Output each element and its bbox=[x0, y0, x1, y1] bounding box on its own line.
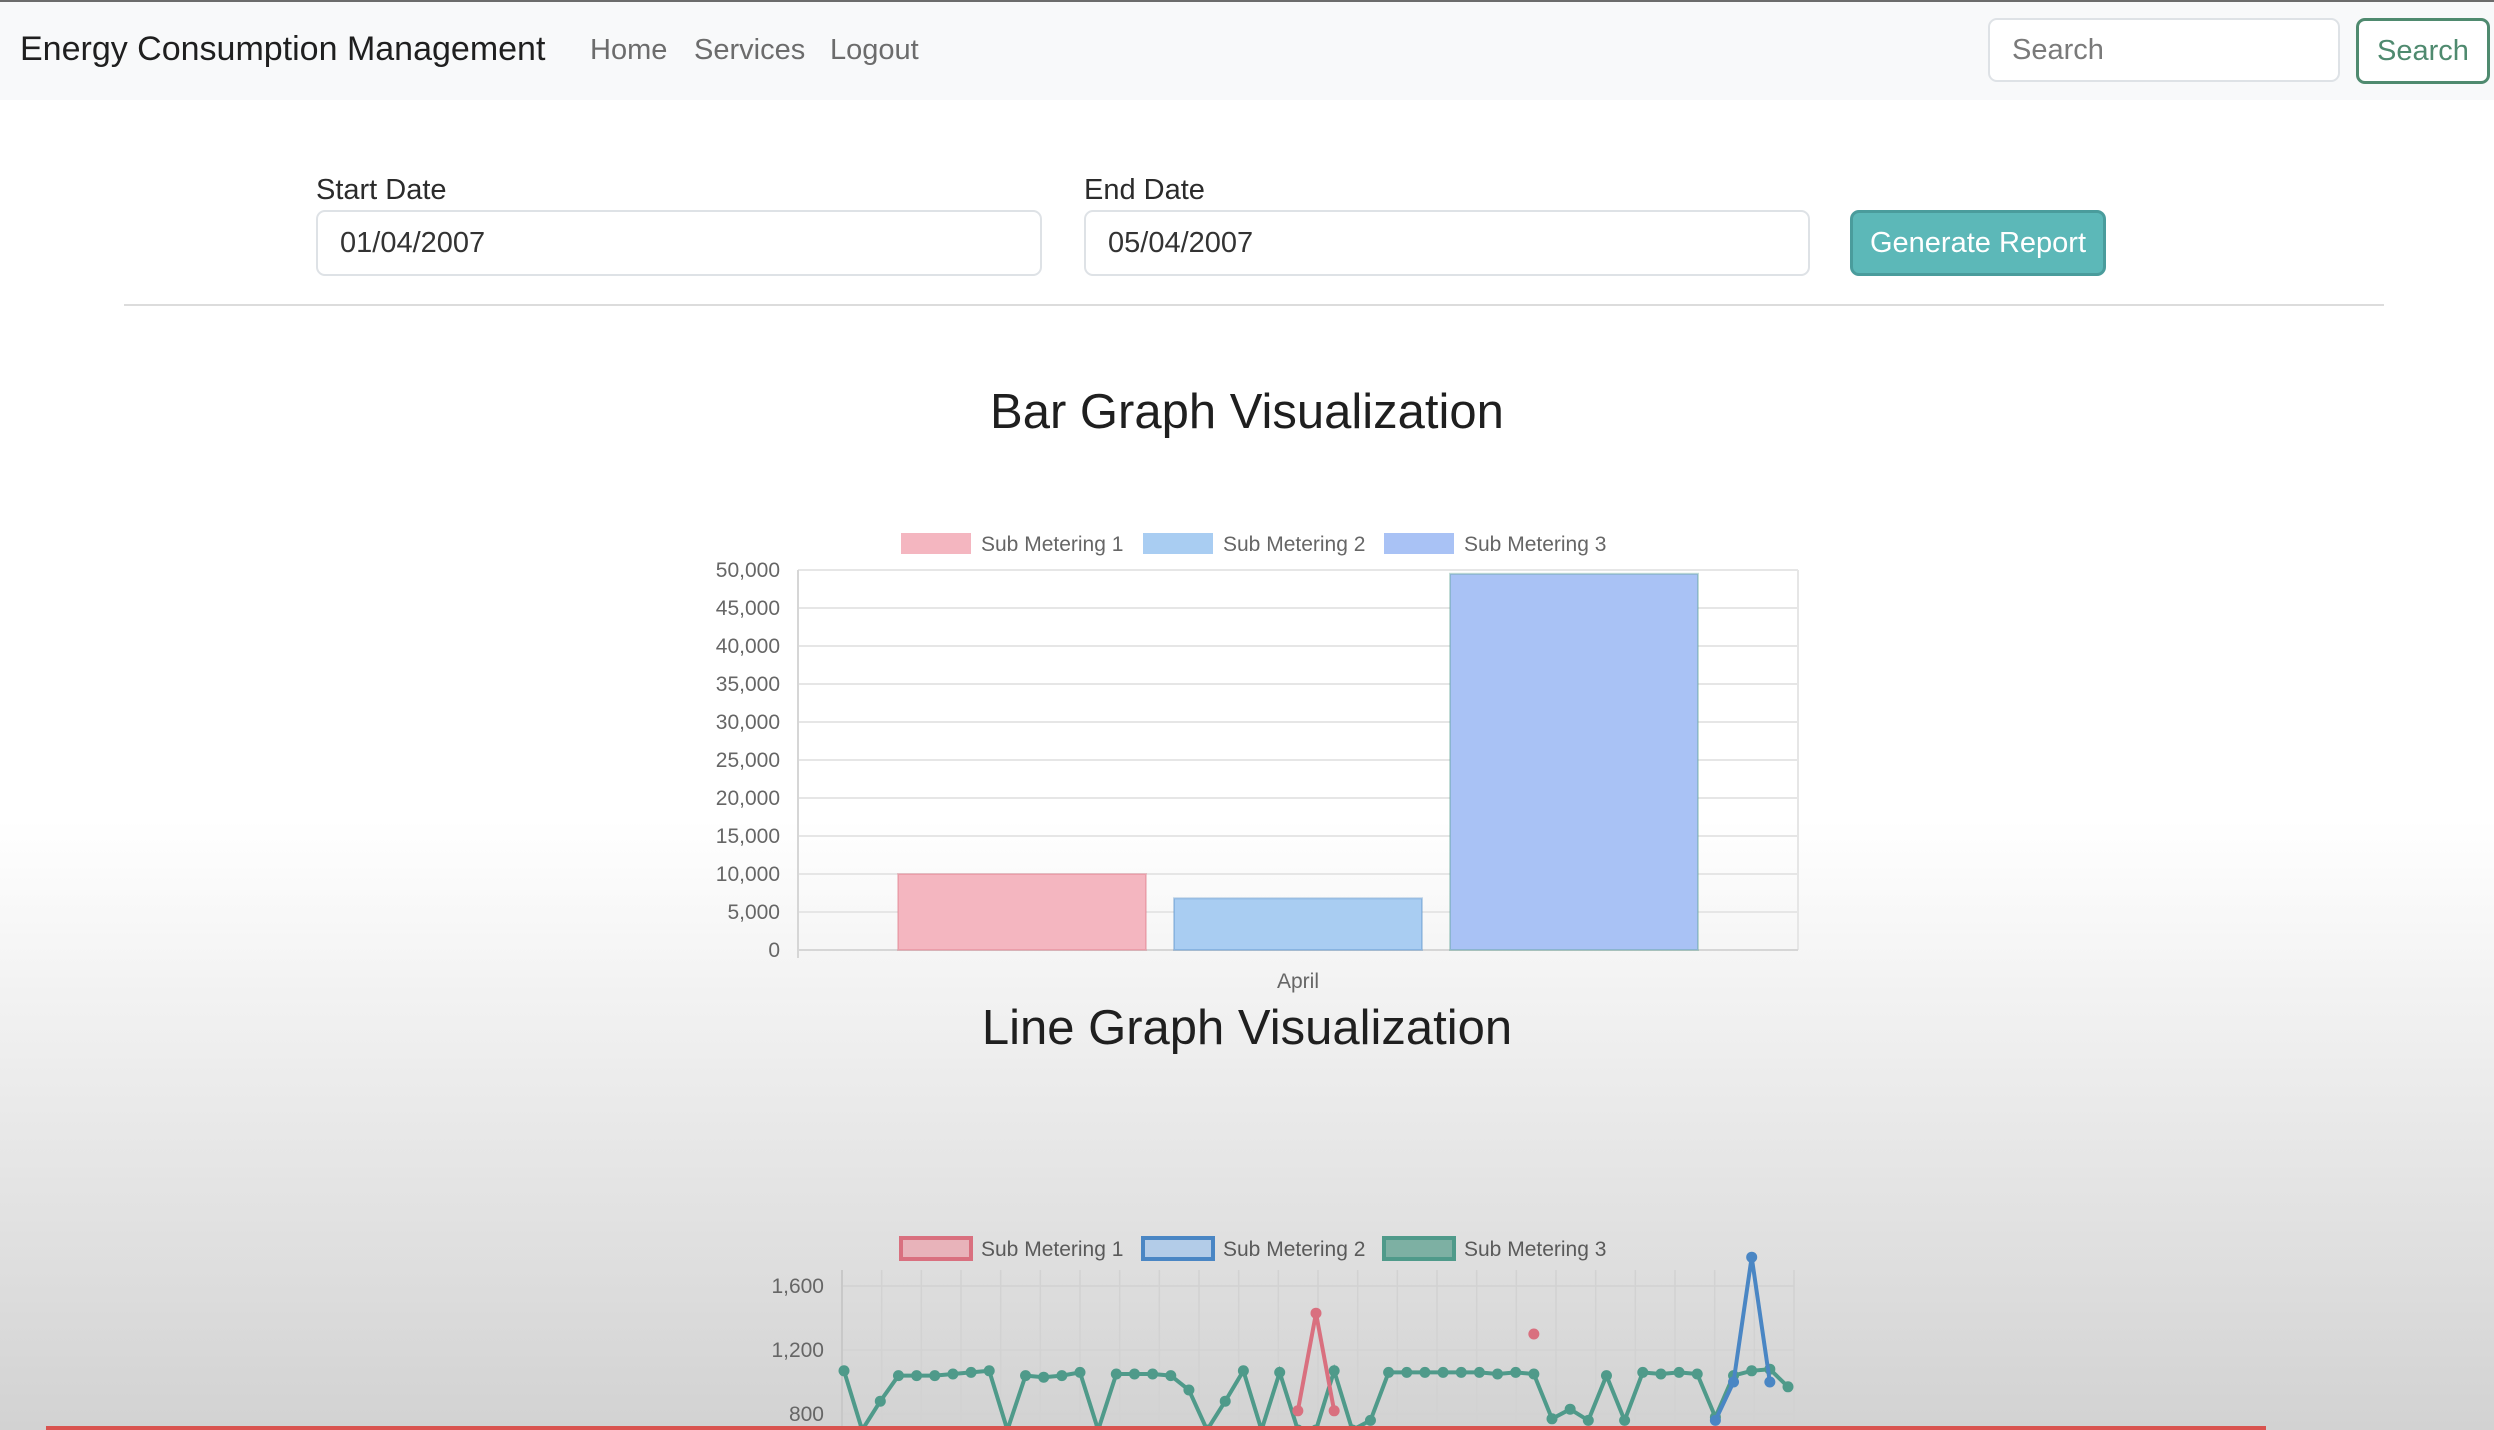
line-point-3 bbox=[1546, 1413, 1558, 1425]
line-point-3 bbox=[1165, 1370, 1177, 1382]
line-point-2 bbox=[1709, 1414, 1721, 1426]
line-point-3 bbox=[1691, 1368, 1703, 1380]
line-point-2 bbox=[1728, 1376, 1740, 1388]
line-point-3 bbox=[1383, 1366, 1395, 1378]
line-legend-label: Sub Metering 1 bbox=[981, 1238, 1123, 1261]
line-y-tick-label: 1,200 bbox=[771, 1339, 824, 1362]
line-point-3 bbox=[965, 1366, 977, 1378]
line-point-3 bbox=[1510, 1366, 1522, 1378]
line-point-3 bbox=[1655, 1368, 1667, 1380]
line-point-3 bbox=[874, 1395, 886, 1407]
line-point-3 bbox=[929, 1370, 941, 1382]
line-legend-swatch-1 bbox=[899, 1236, 973, 1261]
line-chart: 800 1,200 1,600 Sub Metering 1 Sub Metering … bbox=[771, 1236, 1795, 1430]
line-point-3 bbox=[1364, 1414, 1376, 1426]
line-point-3 bbox=[1600, 1370, 1612, 1382]
line-point-3 bbox=[1074, 1366, 1086, 1378]
line-point-3 bbox=[1056, 1370, 1068, 1382]
line-point-1 bbox=[1328, 1405, 1340, 1417]
line-point-3 bbox=[1437, 1366, 1449, 1378]
line-point-2 bbox=[1746, 1251, 1758, 1263]
line-point-3 bbox=[892, 1370, 904, 1382]
line-point-3 bbox=[1419, 1366, 1431, 1378]
line-point-3 bbox=[1528, 1368, 1540, 1380]
line-legend-label: Sub Metering 3 bbox=[1464, 1238, 1606, 1261]
line-point-3 bbox=[1455, 1366, 1467, 1378]
line-legend-swatch-2 bbox=[1141, 1236, 1215, 1261]
line-point-3 bbox=[1038, 1371, 1050, 1383]
line-point-3 bbox=[1782, 1381, 1794, 1393]
line-point-1 bbox=[1310, 1307, 1322, 1319]
line-point-1 bbox=[1528, 1328, 1540, 1340]
line-legend-label: Sub Metering 2 bbox=[1223, 1238, 1365, 1261]
line-point-3 bbox=[1473, 1366, 1485, 1378]
line-y-tick-label: 1,600 bbox=[771, 1275, 824, 1298]
line-point-3 bbox=[1147, 1368, 1159, 1380]
line-point-3 bbox=[1183, 1384, 1195, 1396]
line-point-3 bbox=[1673, 1366, 1685, 1378]
line-point-2 bbox=[1764, 1376, 1776, 1388]
line-point-3 bbox=[1110, 1368, 1122, 1380]
line-point-3 bbox=[1492, 1368, 1504, 1380]
line-legend-swatch-3 bbox=[1382, 1236, 1456, 1261]
line-y-tick-label: 800 bbox=[789, 1403, 824, 1426]
line-point-1 bbox=[1292, 1405, 1304, 1417]
bottom-accent-bar bbox=[46, 1426, 2266, 1430]
line-point-3 bbox=[1219, 1395, 1231, 1407]
line-point-3 bbox=[1328, 1365, 1340, 1377]
line-series-3 bbox=[842, 1363, 1790, 1430]
line-point-3 bbox=[1619, 1414, 1631, 1426]
line-series-1 bbox=[1298, 1313, 1534, 1411]
line-point-3 bbox=[983, 1365, 995, 1377]
line-point-3 bbox=[838, 1365, 850, 1377]
line-point-3 bbox=[1020, 1370, 1032, 1382]
line-point-3 bbox=[1746, 1365, 1758, 1377]
line-point-3 bbox=[947, 1368, 959, 1380]
line-point-3 bbox=[911, 1370, 923, 1382]
line-point-3 bbox=[1582, 1414, 1594, 1426]
line-point-3 bbox=[1274, 1366, 1286, 1378]
line-point-3 bbox=[1128, 1368, 1140, 1380]
line-point-3 bbox=[1401, 1366, 1413, 1378]
line-point-3 bbox=[1237, 1365, 1249, 1377]
line-point-3 bbox=[1637, 1366, 1649, 1378]
line-point-3 bbox=[1564, 1403, 1576, 1415]
